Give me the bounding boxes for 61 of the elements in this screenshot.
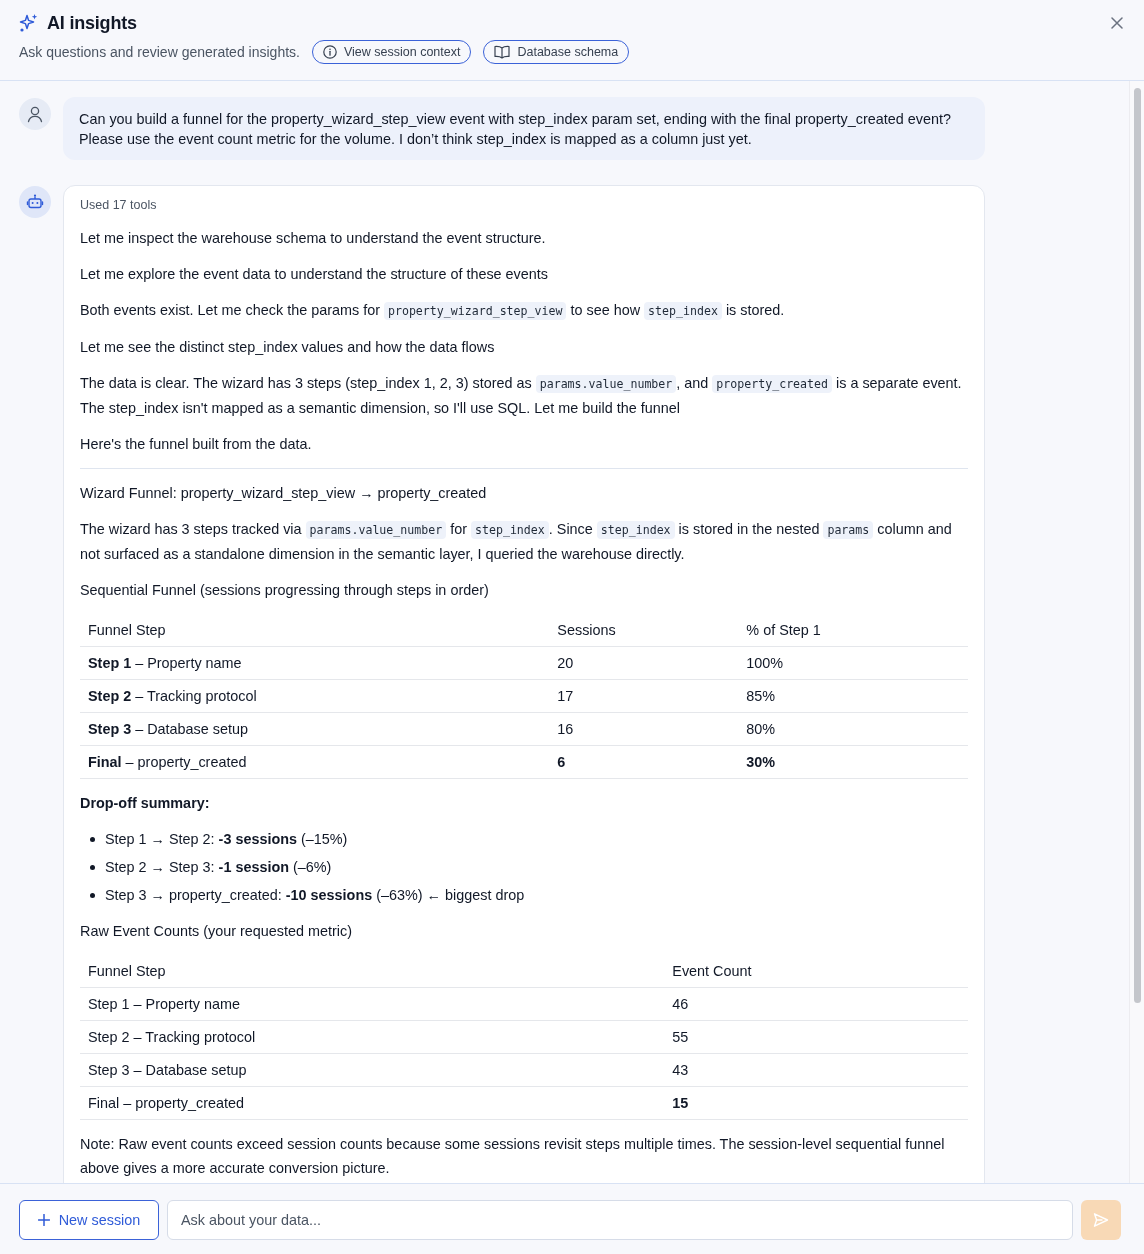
section-heading: Drop-off summary: <box>80 794 211 813</box>
info-icon <box>322 45 337 59</box>
panel-subtitle: Ask questions and review generated insights. <box>19 43 300 62</box>
panel-title: AI insights <box>47 12 137 35</box>
response-paragraph: Let me explore the event data to understand the structure of these events <box>80 265 549 284</box>
robot-icon <box>19 186 51 218</box>
message-input[interactable]: Ask about your data... <box>167 1200 1073 1240</box>
tools-used-label: Used 17 tools <box>80 197 158 214</box>
person-icon <box>19 98 51 130</box>
table-cell: 6 <box>549 745 739 779</box>
list-item: Step 1 → Step 2: -3 sessions (–15%) <box>105 830 348 849</box>
table-header-cell: % of Step 1 <box>738 614 968 647</box>
table-cell: 85% <box>738 679 968 713</box>
table-cell: Step 3 – Database setup <box>80 712 550 746</box>
list-item: Step 2 → Step 3: -1 session (–6%) <box>105 858 332 877</box>
table-header-cell: Funnel Step <box>80 955 665 988</box>
table-cell: 55 <box>664 1020 968 1054</box>
table-header-cell: Sessions <box>549 614 739 647</box>
response-paragraph: Both events exist. Let me check the params for property_wizard_step_view to see how step_index is stored. <box>80 301 786 322</box>
close-icon <box>1111 17 1123 29</box>
table-cell: 30% <box>738 745 968 779</box>
table-cell: 80% <box>738 712 968 746</box>
table-cell: 20 <box>549 646 739 680</box>
plus-icon <box>37 1214 50 1226</box>
scrollbar-thumb[interactable] <box>1134 88 1141 1003</box>
database-schema-button[interactable]: Database schema <box>483 40 630 64</box>
table-cell: 46 <box>664 987 968 1021</box>
bullet-icon <box>90 864 95 870</box>
table-header-cell: Event Count <box>664 955 968 988</box>
send-icon <box>1093 1212 1109 1228</box>
response-paragraph: Raw Event Counts (your requested metric) <box>80 922 353 941</box>
table-cell: 100% <box>738 646 968 680</box>
sparkle-icon <box>19 13 39 33</box>
response-paragraph: The data is clear. The wizard has 3 steps (step_index 1, 2, 3) stored as params.value_number , and property_created is a separate event. The step_index isn't mapped as a semantic dimension, so I'll use SQL. Let me build the funnel <box>80 374 963 418</box>
table-cell: Final – property_created <box>80 745 550 779</box>
message-bubble: Can you build a funnel for the property_wizard_step_view event with step_index param set, ending with the final property_created event? Please use the event count metric for the volume. I don’t think step_index is mapped as a column just yet. <box>63 97 985 160</box>
table-cell: Step 2 – Tracking protocol <box>80 679 550 713</box>
table-cell: Final – property_created <box>80 1086 665 1120</box>
table-cell: Step 1 – Property name <box>80 987 665 1021</box>
bullet-icon <box>90 836 95 842</box>
response-paragraph: Let me inspect the warehouse schema to understand the event structure. <box>80 229 547 248</box>
table-cell: Step 2 – Tracking protocol <box>80 1020 665 1054</box>
table-cell: Step 1 – Property name <box>80 646 550 680</box>
table-cell: 17 <box>549 679 739 713</box>
response-paragraph: Note: Raw event counts exceed session counts because some sessions revisit steps multiple times. The session-level sequential funnel above gives a more accurate conversion picture. <box>80 1135 946 1178</box>
session-context-button[interactable]: View session context <box>311 40 472 64</box>
response-paragraph: Sequential Funnel (sessions progressing through steps in order) <box>80 581 490 600</box>
response-paragraph: Wizard Funnel: property_wizard_step_view → property_created <box>80 484 488 503</box>
response-paragraph: Let me see the distinct step_index values and how the data flows <box>80 338 496 357</box>
bullet-icon <box>90 892 95 898</box>
book-icon <box>494 45 511 59</box>
table-cell: 16 <box>549 712 739 746</box>
table-cell: 43 <box>664 1053 968 1087</box>
response-paragraph: The wizard has 3 steps tracked via params.value_number for step_index . Since step_index is stored in the nested params column and not surfaced as a standalone dimension in the semantic layer, I queried the warehouse directly. <box>80 520 953 564</box>
close-button[interactable] <box>1110 16 1124 30</box>
list-item: Step 3 → property_created: -10 sessions (–63%) ← biggest drop <box>105 886 525 905</box>
response-paragraph: Here's the funnel built from the data. <box>80 435 313 454</box>
new-session-button[interactable]: New session <box>19 1200 159 1240</box>
table-header-cell: Funnel Step <box>80 614 550 647</box>
table-cell: 15 <box>664 1086 968 1120</box>
table-cell: Step 3 – Database setup <box>80 1053 665 1087</box>
